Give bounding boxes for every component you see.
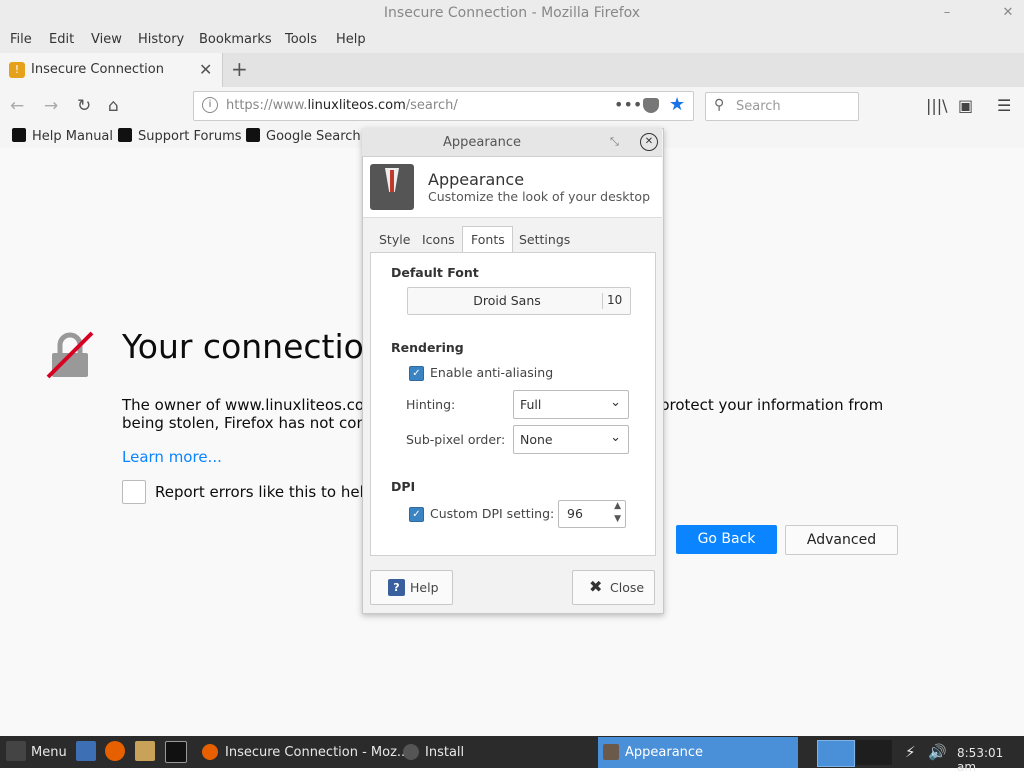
- antialiasing-checkbox[interactable]: ✓: [409, 366, 424, 381]
- taskbar-menu-label[interactable]: Menu: [31, 745, 67, 760]
- menu-history[interactable]: History: [138, 32, 184, 47]
- linux-lite-icon: [246, 128, 260, 142]
- page-text-line2: being stolen, Firefox has not conne: [122, 414, 385, 432]
- font-chooser-button[interactable]: Droid Sans 10: [407, 287, 631, 315]
- menu-file[interactable]: File: [10, 32, 32, 47]
- window-close-button[interactable]: ✕: [1000, 5, 1016, 21]
- help-button[interactable]: ? Help: [370, 570, 453, 605]
- home-button[interactable]: ⌂: [108, 96, 119, 116]
- file-manager-icon[interactable]: [135, 741, 155, 761]
- info-icon[interactable]: i: [202, 97, 218, 113]
- dialog-header-title: Appearance: [428, 170, 525, 189]
- spin-down-icon[interactable]: ▼: [614, 514, 621, 524]
- bookmark-star-icon[interactable]: ★: [669, 94, 685, 115]
- forward-button[interactable]: →: [44, 96, 58, 116]
- minimize-button[interactable]: –: [939, 5, 955, 21]
- menu-help[interactable]: Help: [336, 32, 366, 47]
- back-button[interactable]: ←: [10, 96, 24, 116]
- custom-dpi-checkbox[interactable]: ✓: [409, 507, 424, 522]
- menu-view[interactable]: View: [91, 32, 122, 47]
- firefox-window-icon: [202, 744, 218, 760]
- appearance-icon: [370, 164, 414, 210]
- dpi-heading: DPI: [391, 479, 416, 494]
- antialiasing-label: Enable anti-aliasing: [430, 365, 554, 380]
- network-icon[interactable]: ⚡: [905, 743, 916, 761]
- hinting-label: Hinting:: [406, 397, 456, 412]
- font-size: 10: [607, 293, 623, 307]
- go-back-button[interactable]: Go Back: [676, 525, 777, 554]
- rendering-heading: Rendering: [391, 340, 464, 355]
- tab-icons[interactable]: Icons: [422, 232, 455, 247]
- sidebar-icon[interactable]: ▣: [958, 96, 973, 115]
- chevron-down-icon: ⌄: [610, 395, 621, 410]
- taskbar-item-firefox[interactable]: Insecure Connection - Moz...: [225, 745, 409, 760]
- page-title: Your connection: [122, 327, 385, 366]
- chevron-down-icon: ⌄: [610, 430, 621, 445]
- linux-lite-icon: [12, 128, 26, 142]
- pocket-icon[interactable]: [643, 98, 659, 113]
- linux-lite-icon: [118, 128, 132, 142]
- linux-lite-menu-icon[interactable]: [6, 741, 26, 761]
- subpixel-label: Sub-pixel order:: [406, 432, 506, 447]
- tab-insecure-connection[interactable]: ! Insecure Connection ✕: [0, 53, 223, 87]
- warning-icon: !: [9, 62, 25, 78]
- search-icon: ⚲: [714, 97, 725, 113]
- bookmark-google-search[interactable]: Google Search: [246, 128, 361, 144]
- workspace-1[interactable]: [817, 740, 855, 767]
- page-text-line1: The owner of www.linuxliteos.com: [122, 396, 379, 414]
- custom-dpi-label: Custom DPI setting:: [430, 506, 555, 521]
- search-placeholder: Search: [736, 99, 781, 114]
- reload-button[interactable]: ↻: [77, 96, 91, 116]
- broken-lock-icon: [46, 331, 94, 379]
- spin-up-icon[interactable]: ▲: [614, 501, 621, 511]
- menu-tools[interactable]: Tools: [285, 32, 317, 47]
- library-icon[interactable]: |||\: [926, 96, 948, 115]
- terminal-icon[interactable]: [165, 741, 187, 763]
- new-tab-button[interactable]: +: [231, 57, 248, 81]
- help-icon: ?: [388, 579, 405, 596]
- tab-close-icon[interactable]: ✕: [199, 60, 212, 79]
- font-name: Droid Sans: [412, 293, 603, 309]
- default-font-heading: Default Font: [391, 265, 479, 280]
- install-icon: [403, 744, 419, 760]
- volume-icon[interactable]: 🔊: [928, 743, 947, 761]
- report-errors-checkbox[interactable]: [122, 480, 146, 504]
- firefox-icon[interactable]: [105, 741, 125, 761]
- dialog-close-icon[interactable]: ✕: [640, 133, 658, 151]
- close-button[interactable]: ✖ Close: [572, 570, 655, 605]
- advanced-button[interactable]: Advanced: [785, 525, 898, 555]
- tab-fonts[interactable]: Fonts: [471, 232, 505, 247]
- menu-edit[interactable]: Edit: [49, 32, 74, 47]
- hamburger-menu-icon[interactable]: ☰: [997, 96, 1011, 115]
- tab-style[interactable]: Style: [379, 232, 410, 247]
- dialog-header-subtitle: Customize the look of your desktop: [428, 189, 651, 204]
- appearance-small-icon: [603, 744, 619, 760]
- learn-more-link[interactable]: Learn more...: [122, 448, 222, 466]
- menu-bookmarks[interactable]: Bookmarks: [199, 32, 272, 47]
- bookmark-help-manual[interactable]: Help Manual: [12, 128, 113, 144]
- subpixel-select[interactable]: None ⌄: [513, 425, 629, 454]
- menu-bar: File Edit View History Bookmarks Tools H…: [0, 27, 1024, 53]
- tab-settings[interactable]: Settings: [519, 232, 570, 247]
- dpi-spinbox[interactable]: 96 ▲ ▼: [558, 500, 626, 528]
- taskbar-item-appearance[interactable]: Appearance: [625, 745, 703, 760]
- tab-label: Insecure Connection: [31, 62, 164, 77]
- workspace-2[interactable]: [856, 740, 892, 765]
- report-errors-label: Report errors like this to help I: [155, 483, 383, 501]
- bookmark-support-forums[interactable]: Support Forums: [118, 128, 242, 144]
- page-text-line1-end: protect your information from: [660, 396, 884, 414]
- url-bar[interactable]: i https://www.linuxliteos.com/search/ ••…: [193, 91, 694, 121]
- close-icon: ✖: [589, 577, 603, 596]
- desktop-icon[interactable]: [76, 741, 96, 761]
- taskbar-item-install[interactable]: Install: [425, 745, 464, 760]
- dialog-title: Appearance: [442, 135, 522, 150]
- page-actions-icon[interactable]: •••: [614, 95, 642, 114]
- clock[interactable]: 8:53:01 am: [957, 746, 1024, 774]
- hinting-select[interactable]: Full ⌄: [513, 390, 629, 419]
- window-titlebar: Insecure Connection - Mozilla Firefox – …: [0, 0, 1024, 27]
- window-title: Insecure Connection - Mozilla Firefox: [383, 5, 641, 21]
- url-text: https://www.linuxliteos.com/search/: [226, 98, 458, 113]
- search-input[interactable]: ⚲ Search: [705, 92, 859, 121]
- dialog-restore-icon[interactable]: ⤡: [610, 135, 619, 149]
